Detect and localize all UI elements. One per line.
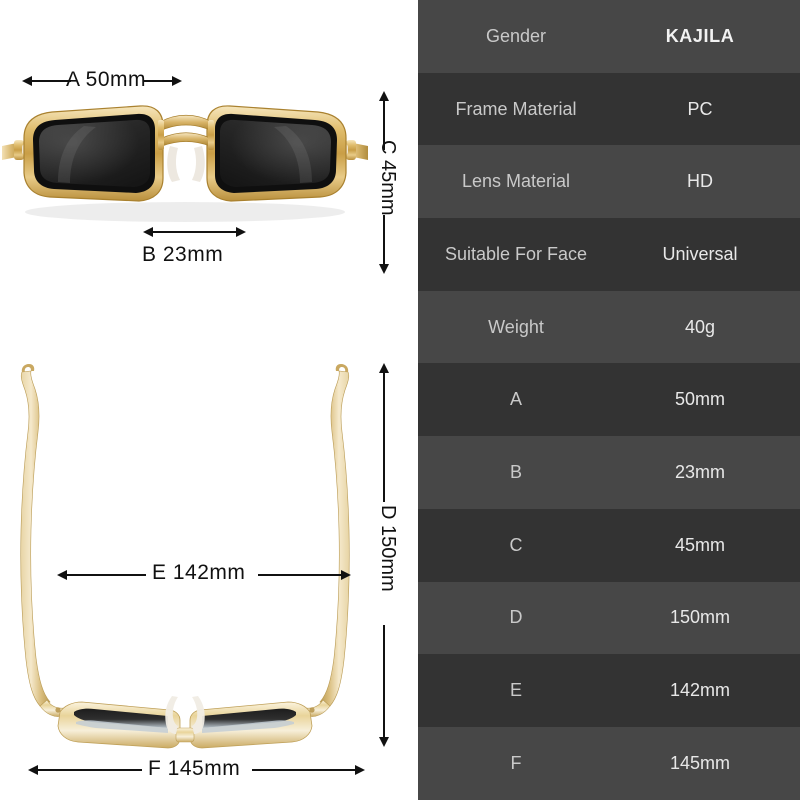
dimension-f-arrow-left: [28, 765, 142, 775]
spec-value: 142mm: [669, 680, 731, 701]
spec-value: 145mm: [669, 752, 731, 773]
table-row: F 145mm: [418, 726, 800, 800]
table-row: Lens Material HD: [418, 145, 800, 219]
spec-label: Suitable For Face: [444, 243, 588, 264]
table-row: D 150mm: [418, 581, 800, 655]
dimension-c-arrow-bottom: [379, 215, 389, 274]
dimension-a-arrow-left: [22, 76, 71, 86]
spec-value: Universal: [662, 243, 738, 264]
specification-table: Gender KAJILA Frame Material PC Lens Mat…: [418, 0, 800, 800]
front-frame-left: [57, 701, 181, 749]
spec-value: 50mm: [674, 389, 725, 410]
spec-label: Frame Material: [455, 98, 577, 119]
table-row: A 50mm: [418, 363, 800, 437]
spec-label: B: [509, 461, 522, 482]
dimension-a-arrow-right: [143, 76, 182, 86]
left-temple-arm: [20, 364, 65, 717]
dimension-e-label: E 142mm: [152, 561, 246, 584]
table-row: Suitable For Face Universal: [418, 218, 800, 291]
right-temple-arm: [305, 364, 350, 717]
dimension-e-arrow-right: [258, 570, 351, 580]
spec-label: F: [510, 752, 522, 773]
dimension-d-arrow-bottom: [379, 625, 389, 747]
table-row: E 142mm: [418, 654, 800, 727]
spec-value: KAJILA: [665, 25, 735, 46]
table-row: Frame Material PC: [418, 72, 800, 146]
nose-bridge: [158, 114, 214, 182]
spec-label: Lens Material: [461, 171, 571, 192]
spec-label: C: [509, 534, 523, 555]
spec-value: 40g: [684, 316, 716, 337]
table-row: Gender KAJILA: [418, 0, 800, 73]
left-lens-assembly: [23, 105, 164, 202]
dimension-d-label: D 150mm: [377, 505, 399, 592]
spec-value: 150mm: [669, 607, 731, 628]
spec-label: E: [509, 680, 522, 701]
product-spec-image: A 50mm B 23mm C 45mm D 150mm E 142mm F 1…: [0, 0, 800, 800]
dimension-b-arrow: [143, 227, 246, 237]
spec-value: 23mm: [674, 461, 725, 482]
spec-value: HD: [687, 171, 713, 192]
dimension-d-arrow-top: [379, 363, 389, 502]
dimension-b-label: B 23mm: [142, 243, 224, 266]
front-frame-right: [189, 701, 313, 749]
dimension-e-arrow-left: [57, 570, 146, 580]
table-row: B 23mm: [418, 436, 800, 509]
spec-value: PC: [687, 98, 713, 119]
spec-label: Weight: [488, 316, 544, 337]
dimension-c-label: C 45mm: [377, 140, 399, 216]
spec-label: D: [509, 607, 523, 628]
table-row: Weight 40g: [418, 290, 800, 364]
dimension-a-label: A 50mm: [66, 68, 147, 91]
spec-label: A: [509, 389, 522, 410]
right-lens-assembly: [206, 105, 347, 202]
sunglasses-front-view: [2, 105, 368, 222]
diagram-panel: A 50mm B 23mm C 45mm D 150mm E 142mm F 1…: [0, 0, 418, 800]
table-row: C 45mm: [418, 508, 800, 582]
spec-value: 45mm: [674, 534, 725, 555]
spec-label: Gender: [485, 25, 547, 46]
dimension-f-arrow-right: [252, 765, 365, 775]
dimension-f-label: F 145mm: [148, 757, 241, 780]
